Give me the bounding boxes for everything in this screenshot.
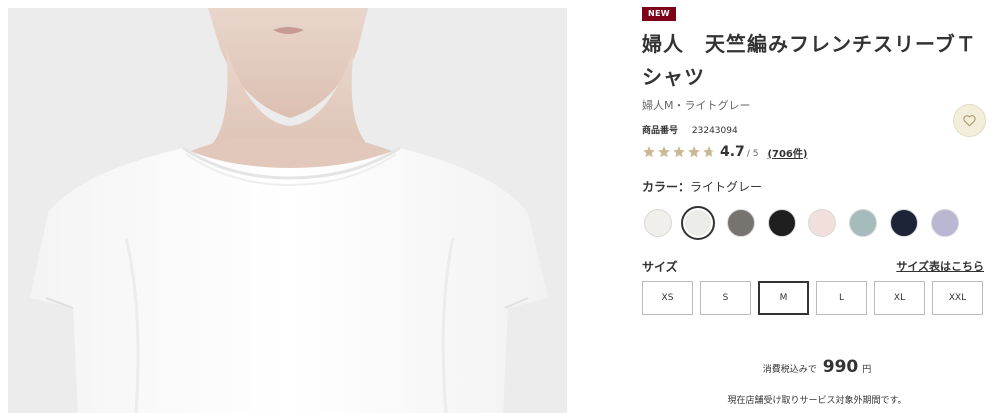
favorite-button[interactable] xyxy=(953,104,986,137)
tshirt-photo xyxy=(8,8,567,413)
color-swatch-light-gray[interactable] xyxy=(681,206,715,240)
rating-stars xyxy=(642,145,716,159)
color-swatch-off-white[interactable] xyxy=(644,209,672,237)
size-option-xl[interactable]: XL xyxy=(874,281,925,315)
product-subtitle: 婦人M・ライトグレー xyxy=(642,99,751,112)
product-code: 商品番号 23243094 xyxy=(642,123,738,136)
review-count-link[interactable]: (706件) xyxy=(767,145,807,160)
rating-max: / 5 xyxy=(746,148,759,159)
pickup-notice: 現在店舗受け取りサービス対象外期間です。 xyxy=(727,396,907,406)
product-image xyxy=(8,8,567,413)
rating: 4.7 / 5 (706件) xyxy=(642,143,807,161)
price-unit: 円 xyxy=(862,365,872,375)
star-icon xyxy=(643,146,655,158)
star-icon xyxy=(703,146,715,158)
product-code-label: 商品番号 xyxy=(642,126,679,136)
price-amount: 990 xyxy=(822,357,859,377)
color-label-key: カラー： xyxy=(642,180,691,194)
size-option-xxl[interactable]: XXL xyxy=(932,281,983,315)
rating-value: 4.7 xyxy=(720,144,745,160)
size-options: XS S M L XL XXL xyxy=(642,281,992,316)
size-option-s[interactable]: S xyxy=(700,281,751,315)
heart-icon xyxy=(963,115,976,127)
star-icon xyxy=(673,146,685,158)
product-title: 婦人 天竺編みフレンチスリーブＴシャツ xyxy=(642,32,977,89)
size-label: サイズ xyxy=(642,260,678,274)
star-icon xyxy=(688,146,700,158)
color-swatch-navy[interactable] xyxy=(890,209,918,237)
color-label: カラー：ライトグレー xyxy=(642,178,762,195)
color-swatch-pink[interactable] xyxy=(808,209,836,237)
color-swatch-black[interactable] xyxy=(768,209,796,237)
size-option-xs[interactable]: XS xyxy=(642,281,693,315)
star-icon xyxy=(658,146,670,158)
size-option-m[interactable]: M xyxy=(758,281,809,315)
color-swatch-sage[interactable] xyxy=(849,209,877,237)
price: 消費税込みで 990 円 xyxy=(642,357,992,377)
product-info: NEW 婦人 天竺編みフレンチスリーブＴシャツ 婦人M・ライトグレー 商品番号 … xyxy=(642,0,992,413)
color-swatch-gray[interactable] xyxy=(727,209,755,237)
price-prefix: 消費税込みで xyxy=(762,365,817,375)
selected-color-name: ライトグレー xyxy=(690,180,763,194)
size-chart-link[interactable]: サイズ表はこちら xyxy=(896,258,984,274)
size-option-l[interactable]: L xyxy=(816,281,867,315)
color-swatch-lavender[interactable] xyxy=(931,209,959,237)
product-code-value: 23243094 xyxy=(691,126,738,136)
new-badge: NEW xyxy=(642,7,676,21)
